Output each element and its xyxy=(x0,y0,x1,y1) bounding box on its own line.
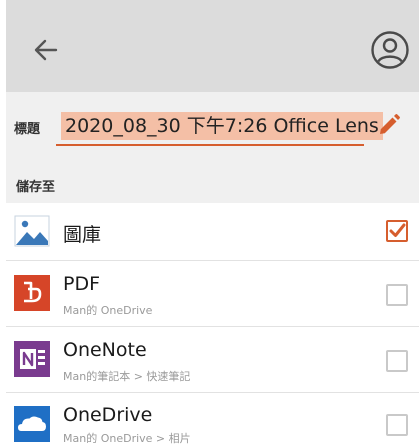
onenote-icon xyxy=(14,341,50,377)
destination-list: 圖庫 PDF Man的 OneDrive OneNote Man的筆記本 > 快… xyxy=(6,203,419,445)
save-to-label: 儲存至 xyxy=(16,180,56,195)
destination-title: 圖庫 xyxy=(63,224,102,246)
destination-subtitle: Man的 OneDrive xyxy=(63,304,153,317)
destination-title: OneDrive xyxy=(63,404,153,426)
title-label: 標題 xyxy=(14,122,41,137)
pdf-checkbox[interactable] xyxy=(386,284,408,306)
destination-row-pdf[interactable]: PDF Man的 OneDrive xyxy=(6,260,419,327)
onenote-checkbox[interactable] xyxy=(386,350,408,372)
title-row: 標題 2020_08_30 下午7:26 Office Lens xyxy=(6,92,419,162)
destination-row-gallery[interactable]: 圖庫 xyxy=(6,203,419,261)
gallery-checkbox[interactable] xyxy=(386,220,408,242)
destination-subtitle: Man的 OneDrive > 相片 xyxy=(63,432,191,445)
app-bar xyxy=(6,0,419,92)
destination-title: OneNote xyxy=(63,339,147,361)
pencil-icon[interactable] xyxy=(376,112,402,138)
onedrive-checkbox[interactable] xyxy=(386,414,408,436)
arrow-left-icon[interactable] xyxy=(32,36,60,64)
destination-title: PDF xyxy=(63,273,101,295)
destination-row-onenote[interactable]: OneNote Man的筆記本 > 快速筆記 xyxy=(6,326,419,393)
title-input[interactable]: 2020_08_30 下午7:26 Office Lens xyxy=(61,112,383,140)
account-circle-icon[interactable] xyxy=(370,30,410,70)
title-field[interactable]: 2020_08_30 下午7:26 Office Lens xyxy=(56,110,383,146)
save-screen: 標題 2020_08_30 下午7:26 Office Lens 儲存至 圖庫 xyxy=(0,0,419,445)
pdf-icon xyxy=(14,275,50,311)
gallery-icon xyxy=(14,215,50,247)
destination-subtitle: Man的筆記本 > 快速筆記 xyxy=(63,370,191,383)
destination-row-onedrive[interactable]: OneDrive Man的 OneDrive > 相片 xyxy=(6,392,419,445)
onedrive-icon xyxy=(14,406,50,442)
checkmark-icon xyxy=(389,223,406,237)
